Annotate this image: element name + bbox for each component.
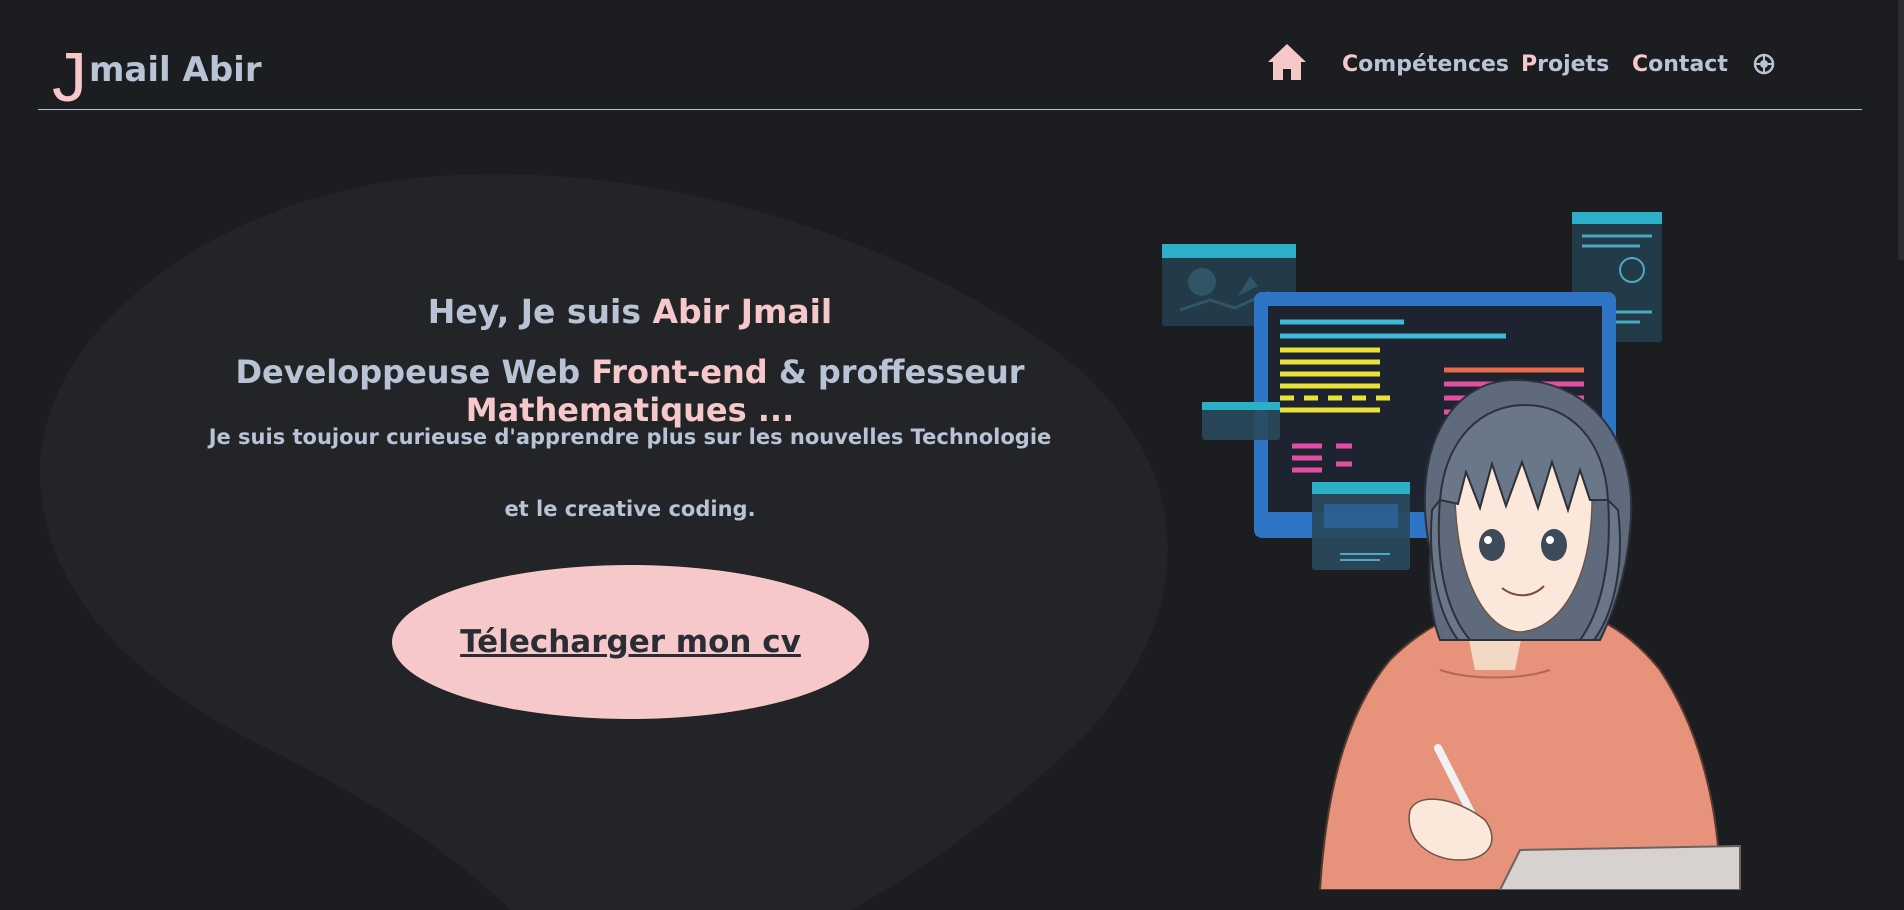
small-window-mid: [1202, 402, 1280, 440]
nav-competences[interactable]: Compétences: [1342, 52, 1509, 77]
hero-greeting: Hey, Je suis Abir Jmail: [427, 292, 833, 331]
hero-name: Abir Jmail: [652, 292, 833, 331]
main-nav: Compétences Projets Contact: [0, 40, 1904, 90]
theme-toggle-icon[interactable]: [1752, 52, 1776, 76]
small-window-bottom: [1312, 482, 1410, 570]
header-divider: [38, 109, 1862, 110]
hero-description-2: et le creative coding.: [504, 497, 756, 521]
coding-girl-illustration: [1162, 212, 1741, 890]
scrollbar[interactable]: [1898, 0, 1904, 260]
nav-contact[interactable]: Contact: [1632, 52, 1728, 77]
home-icon[interactable]: [1266, 42, 1308, 82]
download-cv-button[interactable]: Télecharger mon cv: [392, 565, 869, 719]
background-blob: [40, 174, 1168, 910]
nav-projets[interactable]: Projets: [1521, 52, 1609, 77]
hero-role: Developpeuse Web Front-end & proffesseur…: [235, 353, 1025, 429]
hero-description-1: Je suis toujour curieuse d'apprendre plu…: [208, 425, 1052, 449]
